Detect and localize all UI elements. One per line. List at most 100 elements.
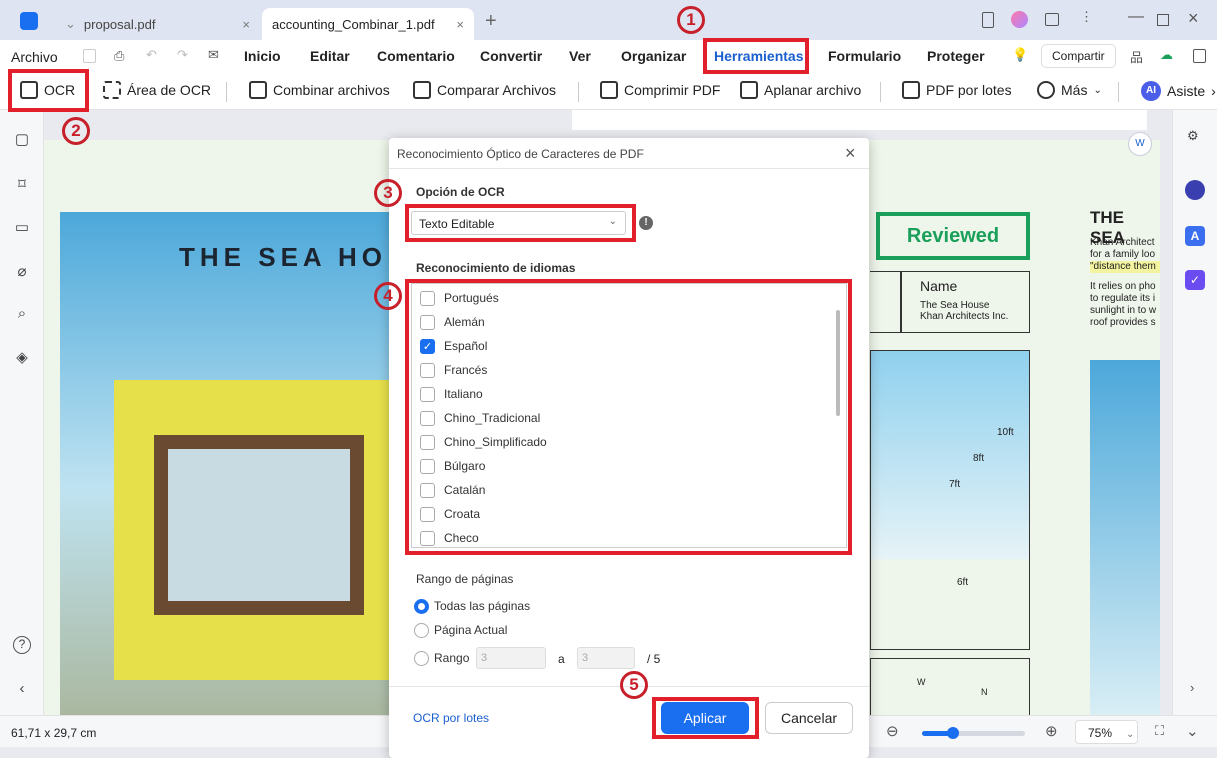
assistant-button[interactable]: AI Asiste › — [1141, 81, 1216, 101]
menu-inicio[interactable]: Inicio — [244, 48, 281, 64]
fit-screen-icon[interactable]: ⛶ — [1155, 723, 1164, 739]
annotation-number: 2 — [62, 117, 90, 145]
close-window-button[interactable]: × — [1188, 8, 1199, 29]
dimension-label: 10ft — [997, 427, 1014, 438]
minimize-button[interactable]: — — [1128, 8, 1144, 26]
hierarchy-icon[interactable]: 品 — [1130, 47, 1143, 66]
attachment-icon[interactable]: ⌀ — [13, 262, 31, 280]
toolbar: OCR Área de OCR Combinar archivos Compar… — [0, 72, 1217, 110]
chevron-down-icon: ⌄ — [1093, 84, 1102, 96]
annotation-box-languages — [405, 279, 852, 555]
menu-editar[interactable]: Editar — [310, 48, 350, 64]
mail-icon[interactable]: ✉ — [208, 47, 219, 63]
divider — [880, 82, 881, 102]
menu-ver[interactable]: Ver — [569, 48, 591, 64]
bookmark-icon[interactable]: ⌑ — [13, 175, 31, 193]
annotation-box-herramientas — [703, 38, 809, 74]
undo-icon[interactable]: ↶ — [146, 47, 157, 63]
layers-icon[interactable]: ◈ — [13, 348, 31, 366]
close-icon[interactable]: × — [456, 17, 464, 32]
lightbulb-icon[interactable]: 💡 — [1012, 47, 1028, 63]
radio[interactable] — [414, 622, 429, 638]
avatar[interactable] — [1011, 11, 1028, 28]
more-button[interactable]: Más ⌄ — [1037, 81, 1102, 99]
ocr-batch-link[interactable]: OCR por lotes — [413, 711, 489, 725]
compare-icon — [413, 81, 431, 99]
more-icon[interactable]: ⋮ — [1080, 9, 1093, 25]
chevron-left-icon[interactable]: ‹ — [13, 680, 31, 698]
flatten-file-button[interactable]: Aplanar archivo — [740, 81, 861, 99]
divider — [226, 82, 227, 102]
compass-box: W N — [870, 658, 1030, 718]
divider — [389, 168, 869, 169]
annotation-number: 4 — [374, 282, 402, 310]
radio[interactable] — [414, 650, 429, 666]
menu-organizar[interactable]: Organizar — [621, 48, 686, 64]
range-all-radio[interactable]: Todas las páginas — [414, 594, 530, 618]
menu-formulario[interactable]: Formulario — [828, 48, 901, 64]
new-tab-button[interactable]: + — [485, 10, 497, 33]
notification-icon[interactable] — [982, 12, 994, 28]
combine-files-button[interactable]: Combinar archivos — [249, 81, 390, 99]
tab-proposal[interactable]: ⌄ proposal.pdf × — [55, 8, 260, 40]
range-custom-radio[interactable]: Rango — [414, 646, 469, 670]
tab-accounting[interactable]: accounting_Combinar_1.pdf × — [262, 8, 474, 40]
menu-archivo[interactable]: Archivo — [11, 49, 58, 65]
close-icon[interactable]: × — [845, 143, 856, 164]
text-line: sunlight in to w — [1090, 305, 1157, 316]
annotation-box-apply — [652, 697, 759, 739]
zoom-out-icon[interactable]: ⊖ — [886, 722, 899, 740]
feedback-icon[interactable] — [1045, 13, 1059, 26]
label: Combinar archivos — [273, 82, 390, 98]
tab-label: proposal.pdf — [83, 16, 156, 32]
range-from-input[interactable]: 3 — [476, 647, 546, 669]
house-window — [154, 435, 364, 615]
cancel-button[interactable]: Cancelar — [765, 702, 853, 734]
maximize-button[interactable] — [1157, 14, 1169, 26]
task-check-icon[interactable]: ✓ — [1185, 270, 1205, 290]
radio[interactable] — [414, 598, 429, 614]
menu-proteger[interactable]: Proteger — [927, 48, 985, 64]
info-icon[interactable]: ! — [639, 216, 653, 230]
reviewed-stamp: Reviewed — [876, 212, 1030, 260]
save-icon[interactable] — [83, 49, 96, 63]
name-line: The Sea House — [920, 300, 990, 311]
zoom-slider[interactable] — [922, 727, 1025, 739]
zoom-slider-handle[interactable] — [946, 727, 959, 739]
menu-comentario[interactable]: Comentario — [377, 48, 455, 64]
menu-convertir[interactable]: Convertir — [480, 48, 542, 64]
batch-pdf-button[interactable]: PDF por lotes — [902, 81, 1012, 99]
flatten-icon — [740, 81, 758, 99]
compare-files-button[interactable]: Comparar Archivos — [413, 81, 556, 99]
redo-icon[interactable]: ↷ — [177, 47, 188, 63]
comment-icon[interactable]: ▭ — [13, 218, 31, 236]
range-current-radio[interactable]: Página Actual — [414, 618, 507, 642]
zoom-in-icon[interactable]: ⊕ — [1045, 722, 1058, 740]
translate-icon[interactable]: A — [1185, 226, 1205, 246]
annotation-number: 5 — [620, 671, 648, 699]
annotation-box-ocr — [8, 69, 89, 112]
scroll-down-icon[interactable]: ⌄ — [1186, 722, 1199, 740]
chevron-right-icon: › — [1211, 83, 1216, 99]
cloud-sync-icon[interactable]: ☁ — [1160, 47, 1173, 63]
collapse-icon[interactable] — [1193, 49, 1206, 63]
settings-sliders-icon[interactable]: ⚙ — [1187, 128, 1199, 144]
page-icon[interactable]: ▢ — [13, 130, 31, 148]
ai-robot-icon[interactable] — [1185, 180, 1205, 200]
text-line: It relies on pho — [1090, 281, 1156, 292]
label: Más — [1061, 82, 1088, 98]
print-icon[interactable]: ⎙ — [114, 48, 124, 64]
chevron-right-icon[interactable]: › — [1190, 680, 1194, 695]
page-range-label: Rango de páginas — [416, 572, 514, 586]
range-to-input[interactable]: 3 — [577, 647, 635, 669]
zoom-select[interactable]: 75% ⌄ — [1075, 720, 1138, 744]
share-button[interactable]: Compartir — [1041, 44, 1116, 68]
compress-pdf-button[interactable]: Comprimir PDF — [600, 81, 720, 99]
text-line: "distance them — [1090, 261, 1160, 273]
batch-icon — [902, 81, 920, 99]
search-icon[interactable]: ⌕ — [13, 305, 31, 323]
help-icon[interactable]: ? — [13, 636, 31, 654]
convert-word-icon[interactable]: W — [1128, 132, 1152, 156]
ocr-area-button[interactable]: Área de OCR — [103, 81, 211, 99]
close-icon[interactable]: × — [242, 17, 250, 32]
